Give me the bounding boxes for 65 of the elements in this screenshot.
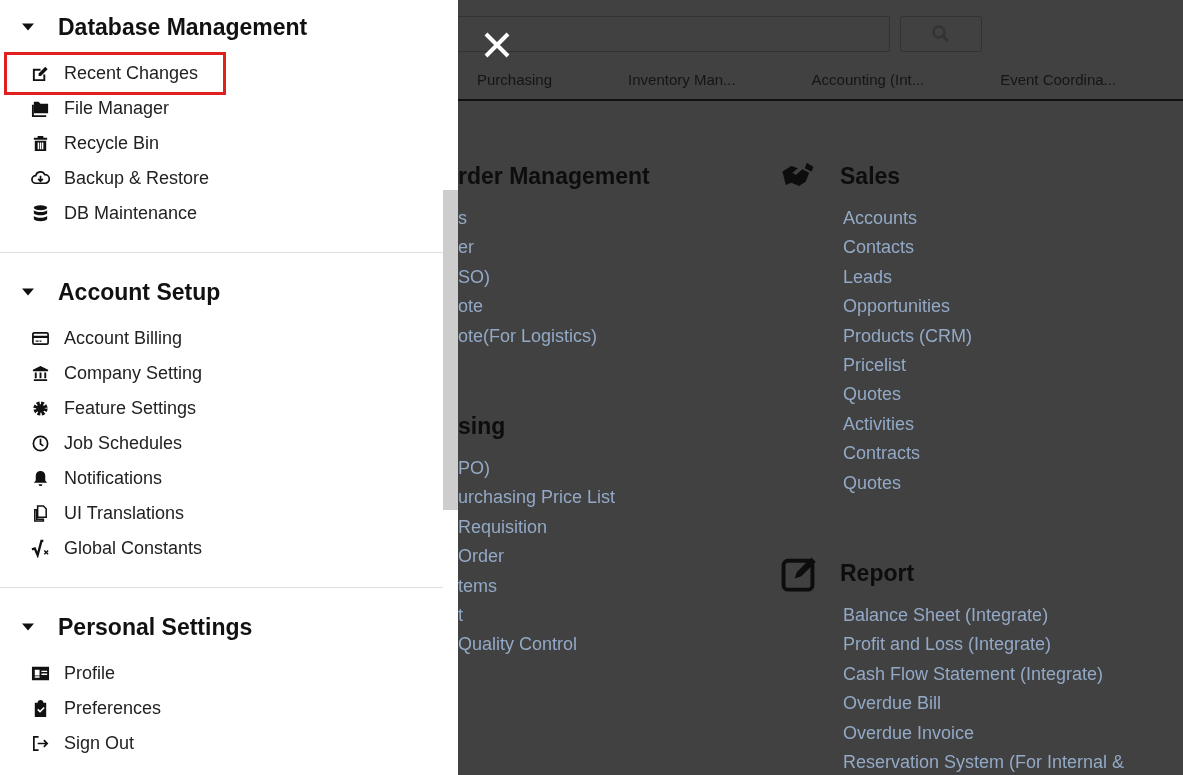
bell-icon bbox=[31, 469, 50, 488]
module-link[interactable]: Activities bbox=[843, 409, 1125, 440]
menu-item[interactable]: Profile bbox=[8, 656, 140, 691]
clock-icon bbox=[31, 434, 50, 453]
module-link[interactable]: Order bbox=[458, 542, 778, 572]
module-link[interactable]: er bbox=[458, 233, 778, 263]
module-link[interactable]: PO) bbox=[458, 454, 778, 484]
credit-card-icon bbox=[31, 329, 50, 348]
scrollbar-thumb[interactable] bbox=[443, 190, 458, 510]
bank-icon bbox=[31, 364, 50, 383]
module-link[interactable]: Cash Flow Statement (Integrate) bbox=[843, 659, 1125, 690]
caret-icon[interactable] bbox=[22, 286, 34, 298]
database-icon bbox=[31, 204, 50, 223]
menu-item[interactable]: UI Translations bbox=[8, 496, 209, 531]
module-link[interactable]: Accounts bbox=[843, 204, 1125, 234]
caret-icon[interactable] bbox=[22, 21, 34, 33]
sign-out-icon bbox=[31, 734, 50, 753]
search-field[interactable] bbox=[458, 16, 890, 52]
module-link[interactable]: Reservation System (For Internal & bbox=[843, 748, 1125, 775]
section-title: Account Setup bbox=[58, 278, 221, 306]
id-card-icon bbox=[31, 664, 50, 683]
edit-icon bbox=[31, 64, 50, 83]
trash-icon bbox=[31, 134, 50, 153]
module-link[interactable]: Balance Sheet (Integrate) bbox=[843, 601, 1125, 631]
module-link[interactable]: tems bbox=[458, 571, 778, 602]
module-link[interactable]: Contacts bbox=[843, 233, 1125, 263]
menu-item[interactable]: Company Setting bbox=[8, 356, 227, 391]
module-link[interactable]: Requisition bbox=[458, 512, 778, 543]
module-link[interactable]: Quotes bbox=[843, 468, 1125, 499]
module-link[interactable]: Profit and Loss (Integrate) bbox=[843, 630, 1125, 660]
module-link[interactable]: Opportunities bbox=[843, 292, 1125, 322]
module-link[interactable]: SO) bbox=[458, 262, 778, 293]
menu-item[interactable]: Feature Settings bbox=[8, 391, 221, 426]
folder-icon bbox=[31, 99, 50, 118]
module-link[interactable]: t bbox=[458, 601, 778, 631]
menu-item[interactable]: Sign Out bbox=[8, 726, 159, 761]
menu-item[interactable]: Notifications bbox=[8, 461, 187, 496]
menu-item[interactable]: Preferences bbox=[8, 691, 186, 726]
menu-item[interactable]: DB Maintenance bbox=[8, 196, 222, 231]
module-link[interactable]: Products (CRM) bbox=[843, 321, 1125, 352]
menu-item[interactable]: Account Billing bbox=[8, 321, 207, 356]
module-link[interactable]: s bbox=[458, 204, 778, 234]
menu-item[interactable]: File Manager bbox=[8, 91, 194, 126]
menu-item[interactable]: Backup & Restore bbox=[8, 161, 234, 196]
module-link[interactable]: Quotes bbox=[843, 380, 1125, 410]
close-icon[interactable] bbox=[483, 31, 511, 59]
section-title: Database Management bbox=[58, 13, 308, 41]
module-link[interactable]: Pricelist bbox=[843, 351, 1125, 381]
module-link[interactable]: Overdue Bill bbox=[843, 689, 1125, 719]
copy-icon bbox=[31, 504, 50, 523]
module-link[interactable]: urchasing Price List bbox=[458, 483, 778, 513]
module-link[interactable]: Overdue Invoice bbox=[843, 718, 1125, 749]
menu-item[interactable]: Recycle Bin bbox=[8, 126, 184, 161]
menu-item[interactable]: Global Constants bbox=[8, 531, 227, 566]
module-link[interactable]: ote(For Logistics) bbox=[458, 321, 778, 352]
module-link[interactable]: Leads bbox=[843, 262, 1125, 293]
menu-item[interactable]: Recent Changes bbox=[8, 56, 223, 91]
module-link[interactable]: Contracts bbox=[843, 439, 1125, 469]
module-link[interactable]: ote bbox=[458, 292, 778, 322]
module-link[interactable]: Quality Control bbox=[458, 630, 778, 660]
gear-icon bbox=[31, 399, 50, 418]
section-title: Personal Settings bbox=[58, 613, 253, 641]
menu-item[interactable]: Job Schedules bbox=[8, 426, 207, 461]
caret-icon[interactable] bbox=[22, 621, 34, 633]
square-root-icon bbox=[31, 539, 50, 558]
